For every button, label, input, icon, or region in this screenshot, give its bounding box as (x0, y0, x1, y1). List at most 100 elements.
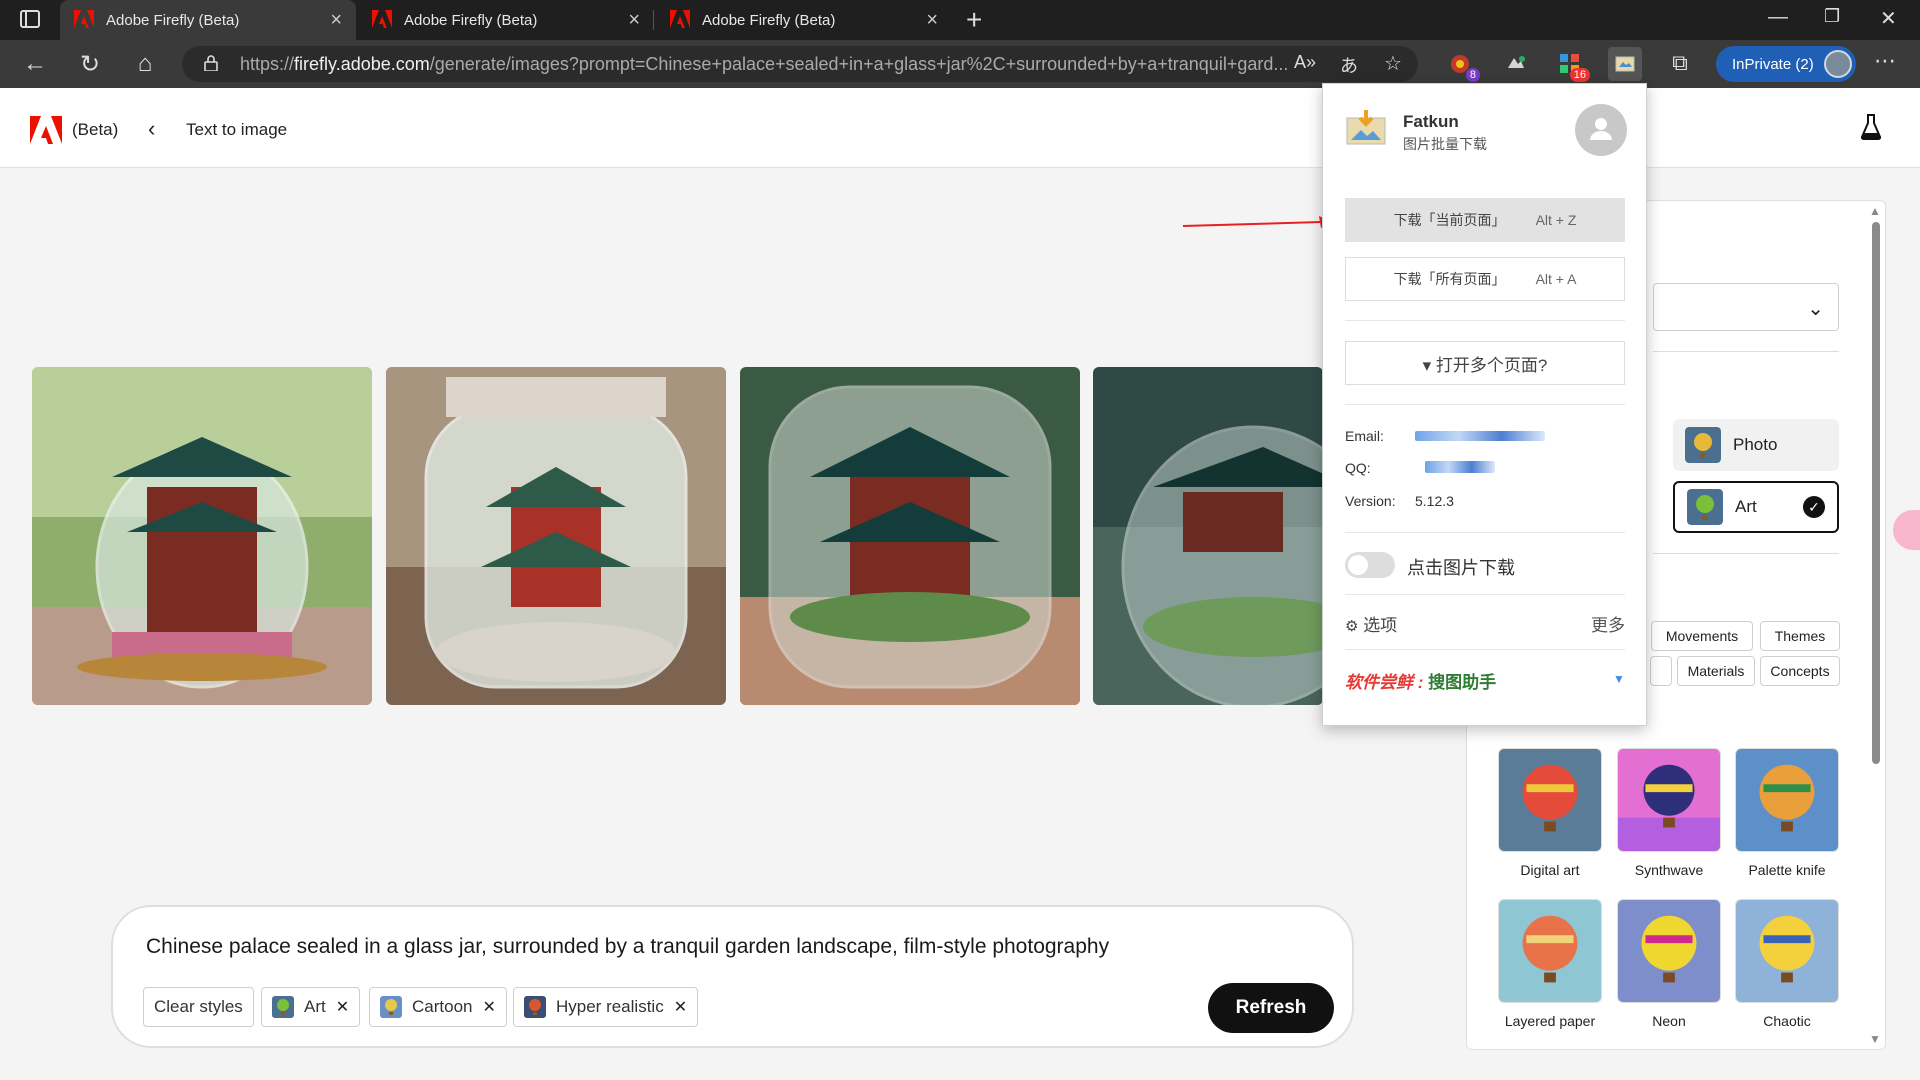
url-path: /generate/images?prompt=Chinese+palace+s… (429, 53, 1289, 74)
click-to-download-toggle[interactable] (1345, 552, 1395, 578)
style-label: Palette knife (1748, 862, 1826, 878)
style-label: Chaotic (1763, 1013, 1811, 1029)
promo-name: 搜图助手 (1428, 673, 1497, 692)
url-field[interactable]: https://firefly.adobe.com/generate/image… (182, 46, 1418, 82)
remove-chip-icon[interactable]: ✕ (336, 997, 349, 1017)
adobe-logo-icon[interactable] (30, 116, 62, 144)
content-type-photo[interactable]: Photo (1673, 419, 1839, 471)
page-title: Text to image (186, 120, 288, 139)
chip-label: Cartoon (412, 997, 473, 1016)
promo-prefix: 软件尝鲜 : (1345, 673, 1429, 692)
scroll-down-icon[interactable]: ▼ (1869, 1032, 1881, 1046)
version-row: Version: 5.12.3 (1345, 493, 1454, 509)
balloon-icon (380, 996, 402, 1018)
divider (1653, 553, 1839, 554)
user-avatar[interactable] (1575, 104, 1627, 156)
adobe-favicon-icon (74, 10, 94, 30)
style-tab-movements[interactable]: Movements (1651, 621, 1753, 651)
flask-icon[interactable] (1860, 114, 1882, 140)
style-thumbnail (1617, 899, 1721, 1003)
favorite-icon[interactable]: ☆ (1378, 51, 1408, 76)
chevron-left-icon[interactable]: ‹ (148, 116, 155, 142)
download-all-pages-button[interactable]: 下载「所有页面」 Alt + A (1345, 257, 1625, 301)
extension-puzzle-green-icon[interactable] (1502, 50, 1530, 78)
content-type-art[interactable]: Art ✓ (1673, 481, 1839, 533)
browser-tab-3[interactable]: Adobe Firefly (Beta) × (656, 0, 952, 40)
minimize-icon[interactable]: — (1768, 6, 1788, 29)
style-chaotic[interactable]: Chaotic (1735, 899, 1839, 1029)
close-tab-icon[interactable]: × (628, 9, 640, 32)
scroll-up-icon[interactable]: ▲ (1869, 204, 1881, 218)
chevron-down-icon: ⌄ (1807, 298, 1824, 320)
back-icon[interactable]: ← (20, 50, 50, 78)
tab-title: Adobe Firefly (Beta) (404, 11, 538, 29)
close-window-icon[interactable]: ✕ (1880, 6, 1897, 31)
gear-icon: ⚙ (1345, 618, 1359, 635)
extension-subtitle: 图片批量下载 (1403, 136, 1487, 152)
style-layered-paper[interactable]: Layered paper (1498, 899, 1602, 1029)
aspect-ratio-select[interactable]: ⌄ (1653, 283, 1839, 331)
home-icon[interactable]: ⌂ (130, 50, 160, 78)
browser-tab-2[interactable]: Adobe Firefly (Beta) × (358, 0, 654, 40)
style-tab-hidden[interactable] (1650, 656, 1672, 686)
caret-down-icon[interactable]: ▼ (1613, 672, 1625, 686)
inprivate-profile-button[interactable]: InPrivate (2) (1716, 46, 1856, 82)
generated-image-2[interactable] (386, 367, 726, 705)
extension-badge: 16 (1569, 68, 1590, 82)
style-palette-knife[interactable]: Palette knife (1735, 748, 1839, 878)
style-tab-concepts[interactable]: Concepts (1760, 656, 1840, 686)
maximize-icon[interactable]: ❐ (1824, 6, 1840, 27)
side-float-tab[interactable] (1893, 510, 1920, 550)
style-digital-art[interactable]: Digital art (1498, 748, 1602, 878)
options-link[interactable]: ⚙ 选项 (1345, 611, 1397, 636)
divider (1345, 320, 1625, 321)
browser-tab-1[interactable]: Adobe Firefly (Beta) × (60, 0, 356, 40)
style-chip-cartoon[interactable]: Cartoon ✕ (369, 987, 507, 1027)
scrollbar[interactable] (1872, 222, 1880, 764)
divider (1345, 404, 1625, 405)
open-multiple-pages-button[interactable]: ▾ 打开多个页面? (1345, 341, 1625, 385)
button-label: 下载「所有页面」 (1393, 271, 1506, 287)
download-current-page-button[interactable]: 下载「当前页面」 Alt + Z (1345, 198, 1625, 242)
style-tab-themes[interactable]: Themes (1760, 621, 1840, 651)
style-thumbnail (1735, 748, 1839, 852)
new-tab-icon[interactable]: + (966, 4, 982, 36)
style-label: Neon (1652, 1013, 1686, 1029)
close-tab-icon[interactable]: × (926, 9, 938, 32)
style-neon[interactable]: Neon (1617, 899, 1721, 1029)
translate-icon[interactable]: あ (1334, 52, 1364, 78)
promo-link[interactable]: 软件尝鲜 : 搜图助手 (1345, 668, 1496, 693)
remove-chip-icon[interactable]: ✕ (482, 997, 495, 1017)
tab-title: Adobe Firefly (Beta) (106, 11, 240, 29)
style-synthwave[interactable]: Synthwave (1617, 748, 1721, 878)
extension-name: Fatkun (1403, 112, 1459, 131)
lock-icon (204, 55, 218, 71)
style-chip-art[interactable]: Art ✕ (261, 987, 361, 1027)
extensions-puzzle-icon[interactable]: ⧉ (1665, 50, 1695, 76)
read-aloud-icon[interactable]: A» (1290, 52, 1320, 73)
close-tab-icon[interactable]: × (330, 9, 342, 32)
remove-chip-icon[interactable]: ✕ (674, 997, 687, 1017)
extension-shield-icon[interactable]: 8 (1446, 50, 1480, 82)
reload-icon[interactable]: ↻ (75, 50, 105, 79)
style-thumbnail (1617, 748, 1721, 852)
clear-styles-button[interactable]: Clear styles (143, 987, 254, 1027)
prompt-input[interactable]: Chinese palace sealed in a glass jar, su… (146, 935, 1109, 959)
style-chip-hyper-realistic[interactable]: Hyper realistic ✕ (513, 987, 699, 1027)
extension-badge: 8 (1465, 68, 1480, 82)
divider (1345, 594, 1625, 595)
extension-apps-icon[interactable]: 16 (1556, 50, 1590, 82)
generated-image-1[interactable] (32, 367, 372, 705)
generated-image-3[interactable] (740, 367, 1080, 705)
refresh-button[interactable]: Refresh (1208, 983, 1334, 1033)
url-host: firefly.adobe.com (294, 53, 430, 74)
version-label: Version: (1345, 493, 1396, 509)
more-options-icon[interactable]: ⋯ (1870, 48, 1900, 74)
fatkun-extension-icon[interactable] (1608, 47, 1642, 81)
adobe-favicon-icon (372, 10, 392, 30)
style-tab-materials[interactable]: Materials (1677, 656, 1755, 686)
fatkun-popup: Fatkun 图片批量下载 下载「当前页面」 Alt + Z 下载「所有页面」 … (1322, 83, 1647, 726)
window-menu-icon[interactable] (20, 10, 40, 28)
generated-image-4[interactable] (1093, 367, 1323, 705)
more-link[interactable]: 更多 (1591, 611, 1625, 636)
